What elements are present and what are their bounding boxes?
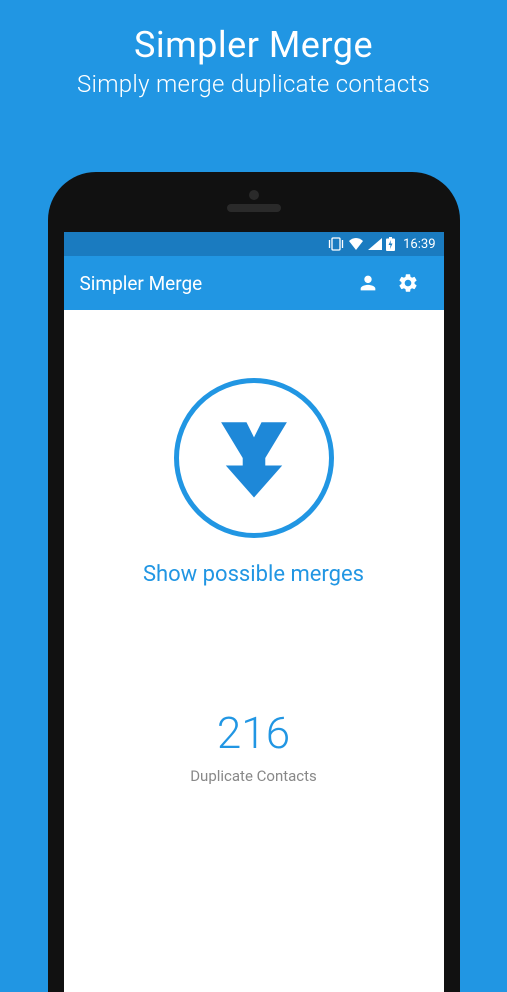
screen: 16:39 Simpler Merge Show possible merges… <box>64 232 444 992</box>
duplicate-count: 216 <box>217 707 290 759</box>
vibrate-icon <box>328 237 344 251</box>
wifi-icon <box>348 238 364 250</box>
main-content: Show possible merges 216 Duplicate Conta… <box>64 310 444 992</box>
promo-title: Simpler Merge <box>0 24 507 66</box>
promo-subtitle: Simply merge duplicate contacts <box>0 70 507 98</box>
phone-speaker <box>227 204 281 212</box>
app-bar: Simpler Merge <box>64 256 444 310</box>
battery-icon <box>386 237 395 251</box>
show-merges-label[interactable]: Show possible merges <box>143 562 364 587</box>
merge-down-icon <box>207 411 301 505</box>
settings-button[interactable] <box>388 263 428 303</box>
signal-icon <box>368 238 382 250</box>
app-title: Simpler Merge <box>80 272 348 295</box>
show-merges-button[interactable] <box>174 378 334 538</box>
status-bar: 16:39 <box>64 232 444 256</box>
status-time: 16:39 <box>403 237 435 252</box>
person-icon <box>357 272 379 294</box>
gear-icon <box>397 272 419 294</box>
phone-frame: 16:39 Simpler Merge Show possible merges… <box>48 172 460 992</box>
phone-sensor <box>249 190 259 200</box>
duplicate-count-label: Duplicate Contacts <box>190 767 317 785</box>
profile-button[interactable] <box>348 263 388 303</box>
